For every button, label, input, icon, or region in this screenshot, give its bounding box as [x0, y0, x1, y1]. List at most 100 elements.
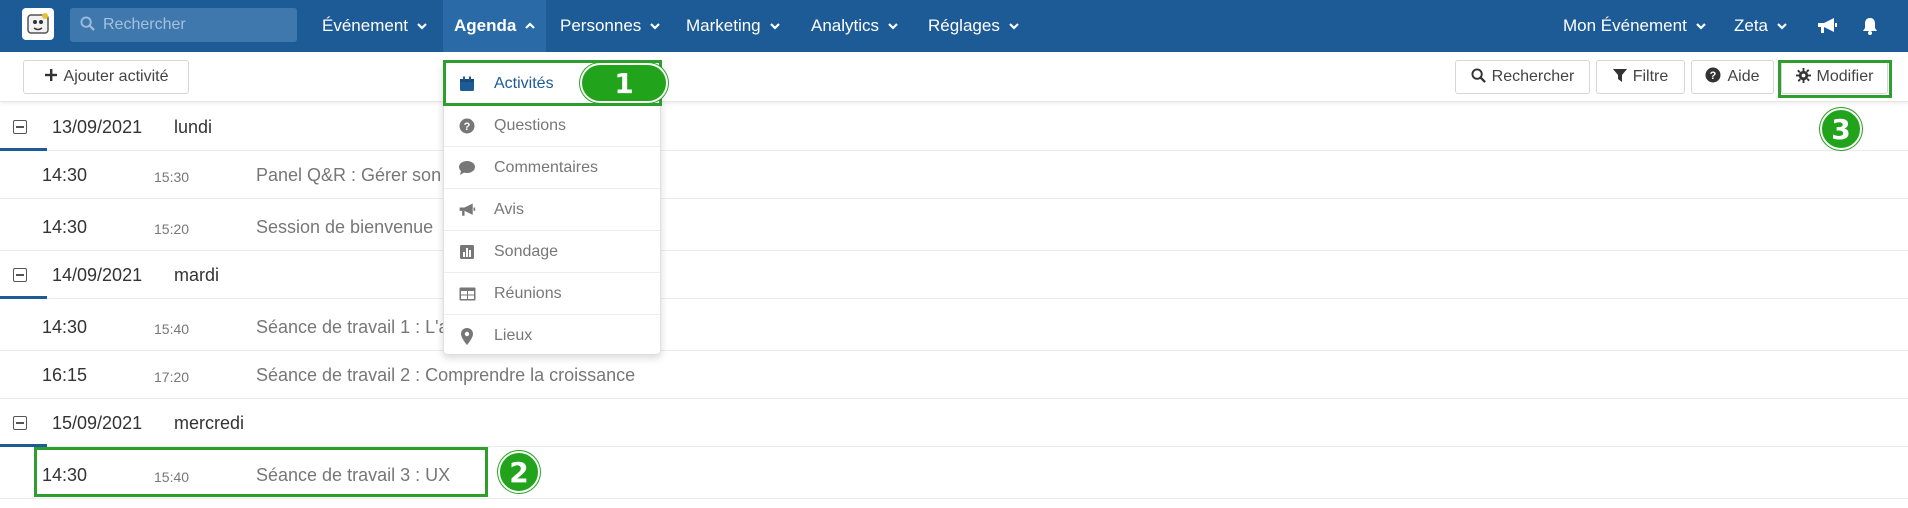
toolbar: Ajouter activité Rechercher Filtre ? Aid…: [0, 52, 1908, 102]
nav-menu-label: Réglages: [928, 16, 1000, 35]
nav-menu-label: Personnes: [560, 16, 642, 35]
activity-title: Séance de travail 1 : L'a: [256, 317, 449, 337]
bullhorn-icon: [457, 202, 477, 218]
search-icon: [1471, 67, 1486, 87]
nav-menu-personnes[interactable]: Personnes: [560, 0, 661, 52]
event-switcher[interactable]: Mon Événement: [1563, 0, 1707, 52]
bar-chart-icon: [457, 244, 477, 260]
global-search[interactable]: [70, 8, 297, 42]
search-button-label: Rechercher: [1491, 68, 1575, 85]
menu-item-reunions[interactable]: Réunions: [444, 273, 660, 315]
nav-menu-marketing[interactable]: Marketing: [686, 0, 781, 52]
activity-end: 15:30: [154, 169, 190, 185]
chevron-up-icon: [524, 20, 536, 32]
menu-item-label: Lieux: [494, 327, 533, 344]
activity-title: Panel Q&R : Gérer son: [256, 165, 442, 185]
svg-text:?: ?: [464, 121, 471, 133]
menu-item-questions[interactable]: ? Questions: [444, 105, 660, 147]
help-button-label: Aide: [1727, 68, 1760, 85]
bell-icon: [1863, 18, 1877, 35]
search-input[interactable]: [103, 16, 283, 34]
logo-icon: [27, 13, 49, 34]
user-menu[interactable]: Zeta: [1734, 0, 1788, 52]
activity-row[interactable]: 14:30 15:20 Session de bienvenue: [0, 203, 1908, 251]
plus-icon: [44, 68, 58, 86]
notifications-button[interactable]: [1862, 0, 1878, 52]
day-weekday: mercredi: [174, 413, 245, 433]
nav-menu-analytics[interactable]: Analytics: [811, 0, 899, 52]
menu-item-avis[interactable]: Avis: [444, 189, 660, 231]
activity-title: Séance de travail 3 : UX: [256, 465, 451, 485]
announcements-button[interactable]: [1816, 0, 1838, 52]
menu-item-commentaires[interactable]: Commentaires: [444, 147, 660, 189]
day-header[interactable]: 14/09/2021 mardi: [0, 251, 1908, 299]
menu-item-sondage[interactable]: Sondage: [444, 231, 660, 273]
activity-row[interactable]: 14:30 15:40 Séance de travail 1 : L'a: [0, 303, 1908, 351]
nav-menu-label: Analytics: [811, 16, 880, 35]
chevron-down-icon: [649, 20, 661, 32]
menu-item-label: Commentaires: [494, 158, 599, 176]
activity-end: 15:40: [154, 469, 190, 485]
bullhorn-icon: [1818, 18, 1837, 33]
day-weekday: lundi: [174, 117, 213, 137]
step-badge-3: 3: [1820, 108, 1862, 150]
activity-row[interactable]: 16:15 17:20 Séance de travail 2 : Compre…: [0, 351, 1908, 399]
add-activity-label: Ajouter activité: [63, 68, 169, 85]
edit-button-label: Modifier: [1816, 68, 1874, 85]
day-header[interactable]: 15/09/2021 mercredi: [0, 399, 1908, 447]
chevron-down-icon: [887, 20, 899, 32]
menu-item-lieux[interactable]: Lieux: [444, 315, 660, 357]
event-switcher-label: Mon Événement: [1563, 16, 1687, 35]
question-circle-icon: ?: [1705, 67, 1721, 87]
step-badge-2: 2: [498, 451, 540, 493]
filter-button[interactable]: Filtre: [1596, 60, 1685, 94]
agenda-dropdown-menu: Activités ? Questions Commentaires Avis …: [443, 62, 661, 355]
chevron-down-icon: [1008, 20, 1020, 32]
activity-start: 14:30: [42, 217, 88, 237]
day-date: 15/09/2021: [52, 413, 143, 433]
activity-start: 14:30: [42, 465, 88, 485]
search-icon: [80, 16, 95, 34]
user-menu-label: Zeta: [1734, 16, 1769, 35]
chevron-down-icon: [1695, 20, 1707, 32]
step-badge-number: 2: [509, 455, 529, 489]
nav-menu-agenda[interactable]: Agenda: [443, 0, 546, 52]
help-button[interactable]: ? Aide: [1691, 60, 1774, 94]
collapse-toggle-icon[interactable]: [13, 268, 27, 282]
comment-icon: [457, 160, 477, 176]
edit-button[interactable]: Modifier: [1781, 60, 1888, 94]
day-header[interactable]: 13/09/2021 lundi: [0, 103, 1908, 151]
app-logo[interactable]: [22, 8, 54, 40]
menu-item-label: Réunions: [494, 284, 562, 302]
activity-row[interactable]: 14:30 15:40 Séance de travail 3 : UX: [0, 451, 1908, 499]
menu-item-label: Questions: [494, 116, 567, 134]
day-date: 14/09/2021: [52, 265, 143, 285]
activity-end: 15:20: [154, 221, 190, 237]
table-icon: [457, 287, 477, 301]
nav-menu-label: Agenda: [454, 16, 517, 35]
nav-menu-reglages[interactable]: Réglages: [928, 0, 1020, 52]
nav-menu-label: Événement: [322, 16, 408, 35]
svg-text:?: ?: [1710, 70, 1717, 82]
question-circle-icon: ?: [457, 118, 477, 134]
activity-start: 14:30: [42, 165, 88, 185]
add-activity-button[interactable]: Ajouter activité: [23, 60, 189, 94]
nav-menu-evenement[interactable]: Événement: [322, 0, 428, 52]
nav-menu-label: Marketing: [686, 16, 761, 35]
activity-end: 15:40: [154, 321, 190, 337]
menu-item-label: Avis: [494, 200, 524, 218]
filter-button-label: Filtre: [1632, 68, 1669, 85]
chevron-down-icon: [769, 20, 781, 32]
top-navbar: Événement Agenda Personnes Marketing Ana…: [0, 0, 1908, 52]
filter-icon: [1612, 68, 1627, 87]
activity-row[interactable]: 14:30 15:30 Panel Q&R : Gérer son: [0, 151, 1908, 199]
step-badge-number: 1: [614, 66, 634, 100]
collapse-toggle-icon[interactable]: [13, 120, 27, 134]
activity-end: 17:20: [154, 369, 190, 385]
step-badge-1: 1: [580, 63, 668, 103]
search-button[interactable]: Rechercher: [1455, 60, 1590, 94]
menu-item-label: Activités: [494, 74, 554, 92]
collapse-toggle-icon[interactable]: [13, 416, 27, 430]
chevron-down-icon: [1776, 20, 1788, 32]
day-date: 13/09/2021: [52, 117, 143, 137]
